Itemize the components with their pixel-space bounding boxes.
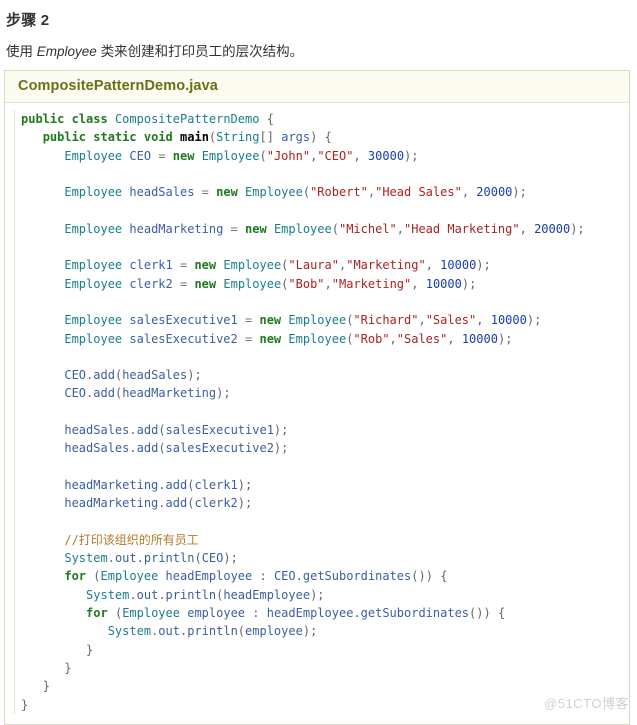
code-panel: CompositePatternDemo.java public class C… bbox=[4, 70, 630, 725]
code-filename-header: CompositePatternDemo.java bbox=[5, 71, 629, 103]
description-prefix: 使用 bbox=[6, 44, 37, 59]
page-root: 步骤 2 使用 Employee 类来创建和打印员工的层次结构。 Composi… bbox=[0, 0, 637, 725]
code-body-container: public class CompositePatternDemo { publ… bbox=[5, 103, 629, 724]
page-title: 步骤 2 bbox=[6, 12, 50, 29]
description-italic-term: Employee bbox=[36, 44, 97, 59]
description-suffix: 类来创建和打印员工的层次结构。 bbox=[96, 44, 304, 59]
code-gutter-rule: public class CompositePatternDemo { publ… bbox=[14, 110, 629, 714]
code-content[interactable]: public class CompositePatternDemo { publ… bbox=[21, 110, 629, 714]
watermark: @51CTO博客 bbox=[544, 696, 629, 711]
step-description: 使用 Employee 类来创建和打印员工的层次结构。 bbox=[0, 31, 637, 61]
